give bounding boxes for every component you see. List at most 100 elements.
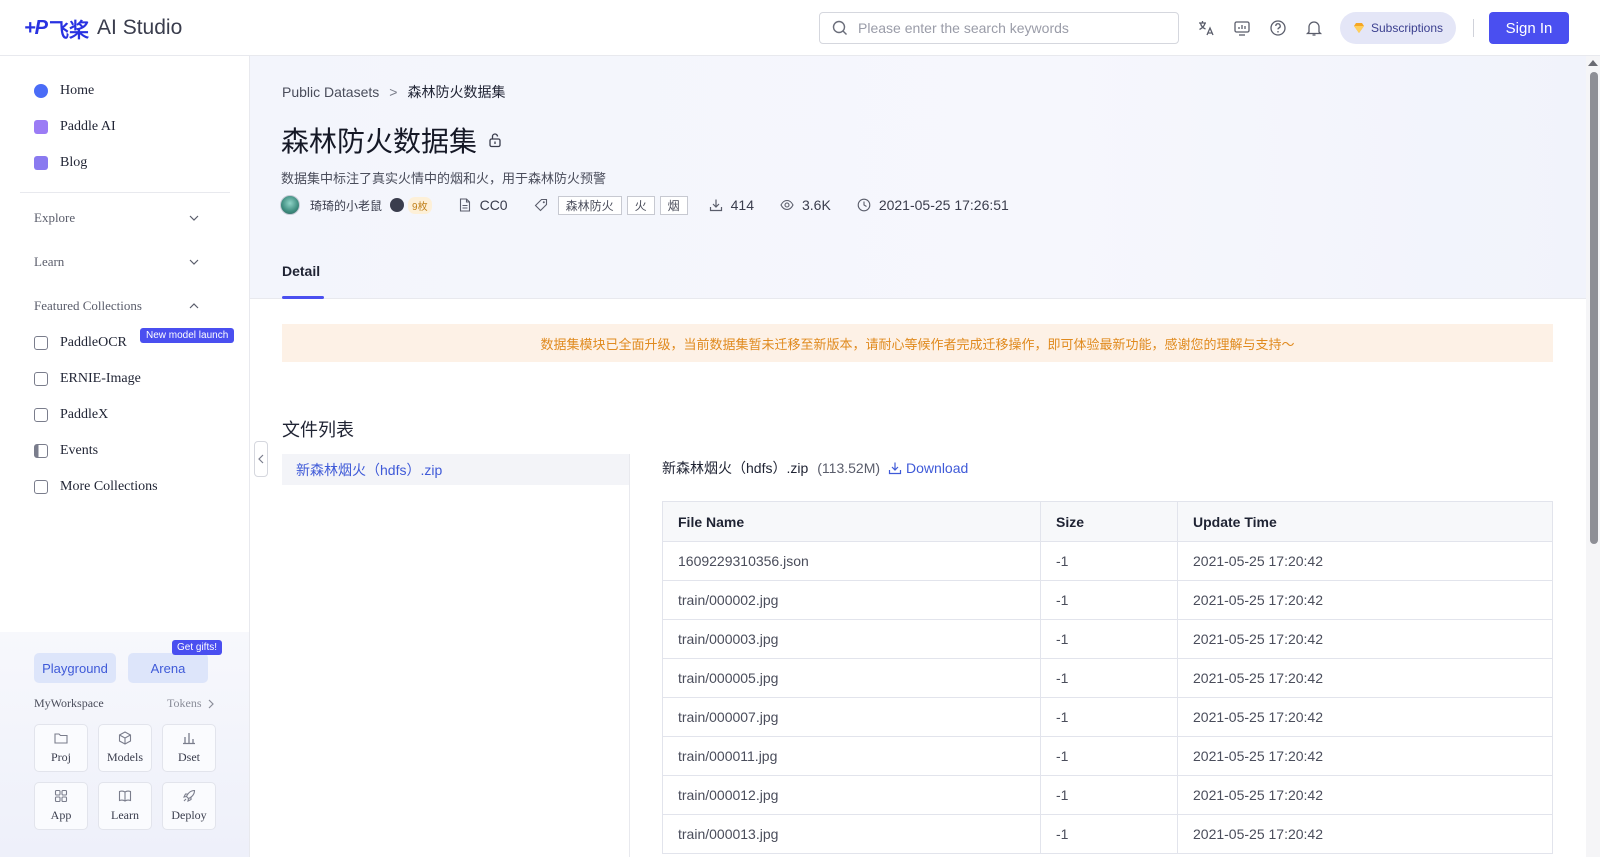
sidebar-item-paddlex[interactable]: PaddleX bbox=[34, 403, 108, 427]
new-model-badge: New model launch bbox=[140, 328, 235, 343]
sign-in-button[interactable]: Sign In bbox=[1489, 12, 1569, 44]
avatar[interactable] bbox=[280, 195, 300, 215]
workspace-tile-models[interactable]: Models bbox=[98, 724, 152, 772]
page-scrollbar-thumb[interactable] bbox=[1590, 72, 1598, 544]
author-name[interactable]: 琦琦的小老鼠 bbox=[310, 197, 382, 214]
playground-button[interactable]: Playground bbox=[34, 653, 116, 683]
workspace-tile-app[interactable]: App bbox=[34, 782, 88, 830]
bell-icon[interactable] bbox=[1305, 19, 1323, 37]
group-label: Explore bbox=[34, 210, 76, 225]
dataset-description: 数据集中标注了真实火情中的烟和火，用于森林防火预警 bbox=[281, 171, 607, 186]
sidebar-item-home[interactable]: Home bbox=[34, 79, 94, 103]
cell-file-name: train/000007.jpg bbox=[662, 697, 1041, 737]
sidebar-group-explore[interactable]: Explore bbox=[34, 208, 200, 228]
sidebar-item-label: More Collections bbox=[60, 479, 158, 494]
help-icon[interactable] bbox=[1269, 19, 1287, 37]
download-label: Download bbox=[906, 460, 969, 476]
selected-file-size: (113.52M) bbox=[817, 460, 881, 476]
table-row: train/000011.jpg -1 2021-05-25 17:20:42 bbox=[662, 736, 1553, 776]
cell-update-time: 2021-05-25 17:20:42 bbox=[1177, 619, 1553, 659]
tag[interactable]: 火 bbox=[626, 195, 655, 215]
sidebar-item-label: PaddleOCR bbox=[60, 335, 127, 350]
tile-label: Models bbox=[107, 750, 143, 764]
cell-update-time: 2021-05-25 17:20:42 bbox=[1177, 814, 1553, 854]
sidebar-item-paddleocr[interactable]: PaddleOCR bbox=[34, 331, 127, 355]
download-icon bbox=[709, 199, 722, 212]
monitor-icon[interactable] bbox=[1233, 19, 1251, 37]
cell-size: -1 bbox=[1040, 736, 1178, 776]
top-header: +P 飞桨 AI Studio Subscriptions Sign In bbox=[0, 0, 1600, 56]
cell-size: -1 bbox=[1040, 541, 1178, 581]
cell-file-name: train/000003.jpg bbox=[662, 619, 1041, 659]
cell-size: -1 bbox=[1040, 697, 1178, 737]
arena-button[interactable]: Arena bbox=[128, 653, 208, 683]
column-header-file-name: File Name bbox=[662, 501, 1041, 542]
unlock-icon bbox=[489, 133, 501, 148]
workspace-label: MyWorkspace bbox=[34, 696, 104, 710]
breadcrumb-parent-link[interactable]: Public Datasets bbox=[282, 84, 379, 100]
tab-detail[interactable]: Detail bbox=[282, 263, 320, 279]
cell-update-time: 2021-05-25 17:20:42 bbox=[1177, 658, 1553, 698]
sidebar-item-blog[interactable]: Blog bbox=[34, 151, 87, 175]
sidebar-item-ernie-image[interactable]: ERNIE-Image bbox=[34, 367, 141, 391]
folder-icon bbox=[54, 733, 68, 744]
cell-file-name: train/000002.jpg bbox=[662, 580, 1041, 620]
tokens-link[interactable]: Tokens bbox=[167, 696, 216, 711]
search-icon bbox=[832, 20, 847, 35]
scroll-up-arrow-icon[interactable] bbox=[1588, 60, 1598, 66]
sidebar-collapse-button[interactable] bbox=[254, 441, 268, 477]
rocket-icon bbox=[183, 789, 196, 802]
active-tab-indicator bbox=[282, 296, 324, 299]
license-value: CC0 bbox=[479, 197, 508, 213]
gem-icon bbox=[1353, 23, 1364, 33]
table-header-row: File Name Size Update Time bbox=[662, 501, 1553, 542]
tag[interactable]: 烟 bbox=[659, 195, 688, 215]
download-button[interactable]: Download bbox=[888, 460, 968, 476]
sidebar-group-learn[interactable]: Learn bbox=[34, 252, 200, 272]
coin-badge: 9枚 bbox=[408, 196, 432, 214]
sidebar-item-events[interactable]: Events bbox=[34, 439, 98, 463]
sidebar-item-label: Paddle AI bbox=[60, 119, 116, 134]
page-title: 森林防火数据集 bbox=[281, 120, 503, 160]
search-input[interactable] bbox=[858, 20, 1158, 36]
table-row: train/000012.jpg -1 2021-05-25 17:20:42 bbox=[662, 775, 1553, 815]
file-list-title: 文件列表 bbox=[282, 420, 354, 440]
ocr-icon bbox=[34, 336, 48, 350]
workspace-tile-deploy[interactable]: Deploy bbox=[162, 782, 216, 830]
tag[interactable]: 森林防火 bbox=[557, 195, 622, 215]
workspace-tile-dset[interactable]: Dset bbox=[162, 724, 216, 772]
tag-icon bbox=[534, 198, 547, 212]
workspace-tile-proj[interactable]: Proj bbox=[34, 724, 88, 772]
file-list-item[interactable]: 新森林烟火（hdfs）.zip bbox=[282, 454, 629, 485]
sidebar-item-paddle-ai[interactable]: Paddle AI bbox=[34, 115, 116, 139]
translate-icon[interactable] bbox=[1197, 19, 1215, 37]
sidebar-item-label: Home bbox=[60, 83, 95, 98]
document-icon bbox=[459, 198, 470, 212]
sidebar-group-featured-collections[interactable]: Featured Collections bbox=[34, 296, 200, 316]
tile-label: Learn bbox=[111, 808, 139, 822]
cell-size: -1 bbox=[1040, 814, 1178, 854]
subscriptions-button[interactable]: Subscriptions bbox=[1340, 12, 1456, 44]
blog-icon bbox=[34, 156, 48, 170]
chevron-down-icon bbox=[189, 215, 199, 221]
sidebar-item-more-collections[interactable]: More Collections bbox=[34, 475, 158, 499]
subscriptions-label: Subscriptions bbox=[1370, 21, 1444, 35]
sidebar-item-label: Blog bbox=[60, 155, 88, 170]
tile-label: App bbox=[50, 808, 72, 822]
workspace-tile-learn[interactable]: Learn bbox=[98, 782, 152, 830]
header-divider bbox=[1473, 19, 1474, 37]
paddlex-icon bbox=[34, 408, 48, 422]
view-count: 3.6K bbox=[780, 197, 831, 213]
search-box[interactable] bbox=[819, 12, 1179, 44]
cell-file-name: train/000013.jpg bbox=[662, 814, 1041, 854]
chevron-down-icon bbox=[189, 259, 199, 265]
cell-update-time: 2021-05-25 17:20:42 bbox=[1177, 580, 1553, 620]
bar-chart-icon bbox=[183, 733, 195, 745]
cell-update-time: 2021-05-25 17:20:42 bbox=[1177, 541, 1553, 581]
file-list: 新森林烟火（hdfs）.zip bbox=[282, 454, 630, 857]
cell-update-time: 2021-05-25 17:20:42 bbox=[1177, 736, 1553, 776]
column-header-update-time: Update Time bbox=[1177, 501, 1553, 542]
logo[interactable]: +P 飞桨 AI Studio bbox=[24, 14, 182, 42]
cell-update-time: 2021-05-25 17:20:42 bbox=[1177, 775, 1553, 815]
selected-file-header: 新森林烟火（hdfs）.zip (113.52M) Download bbox=[662, 458, 968, 478]
